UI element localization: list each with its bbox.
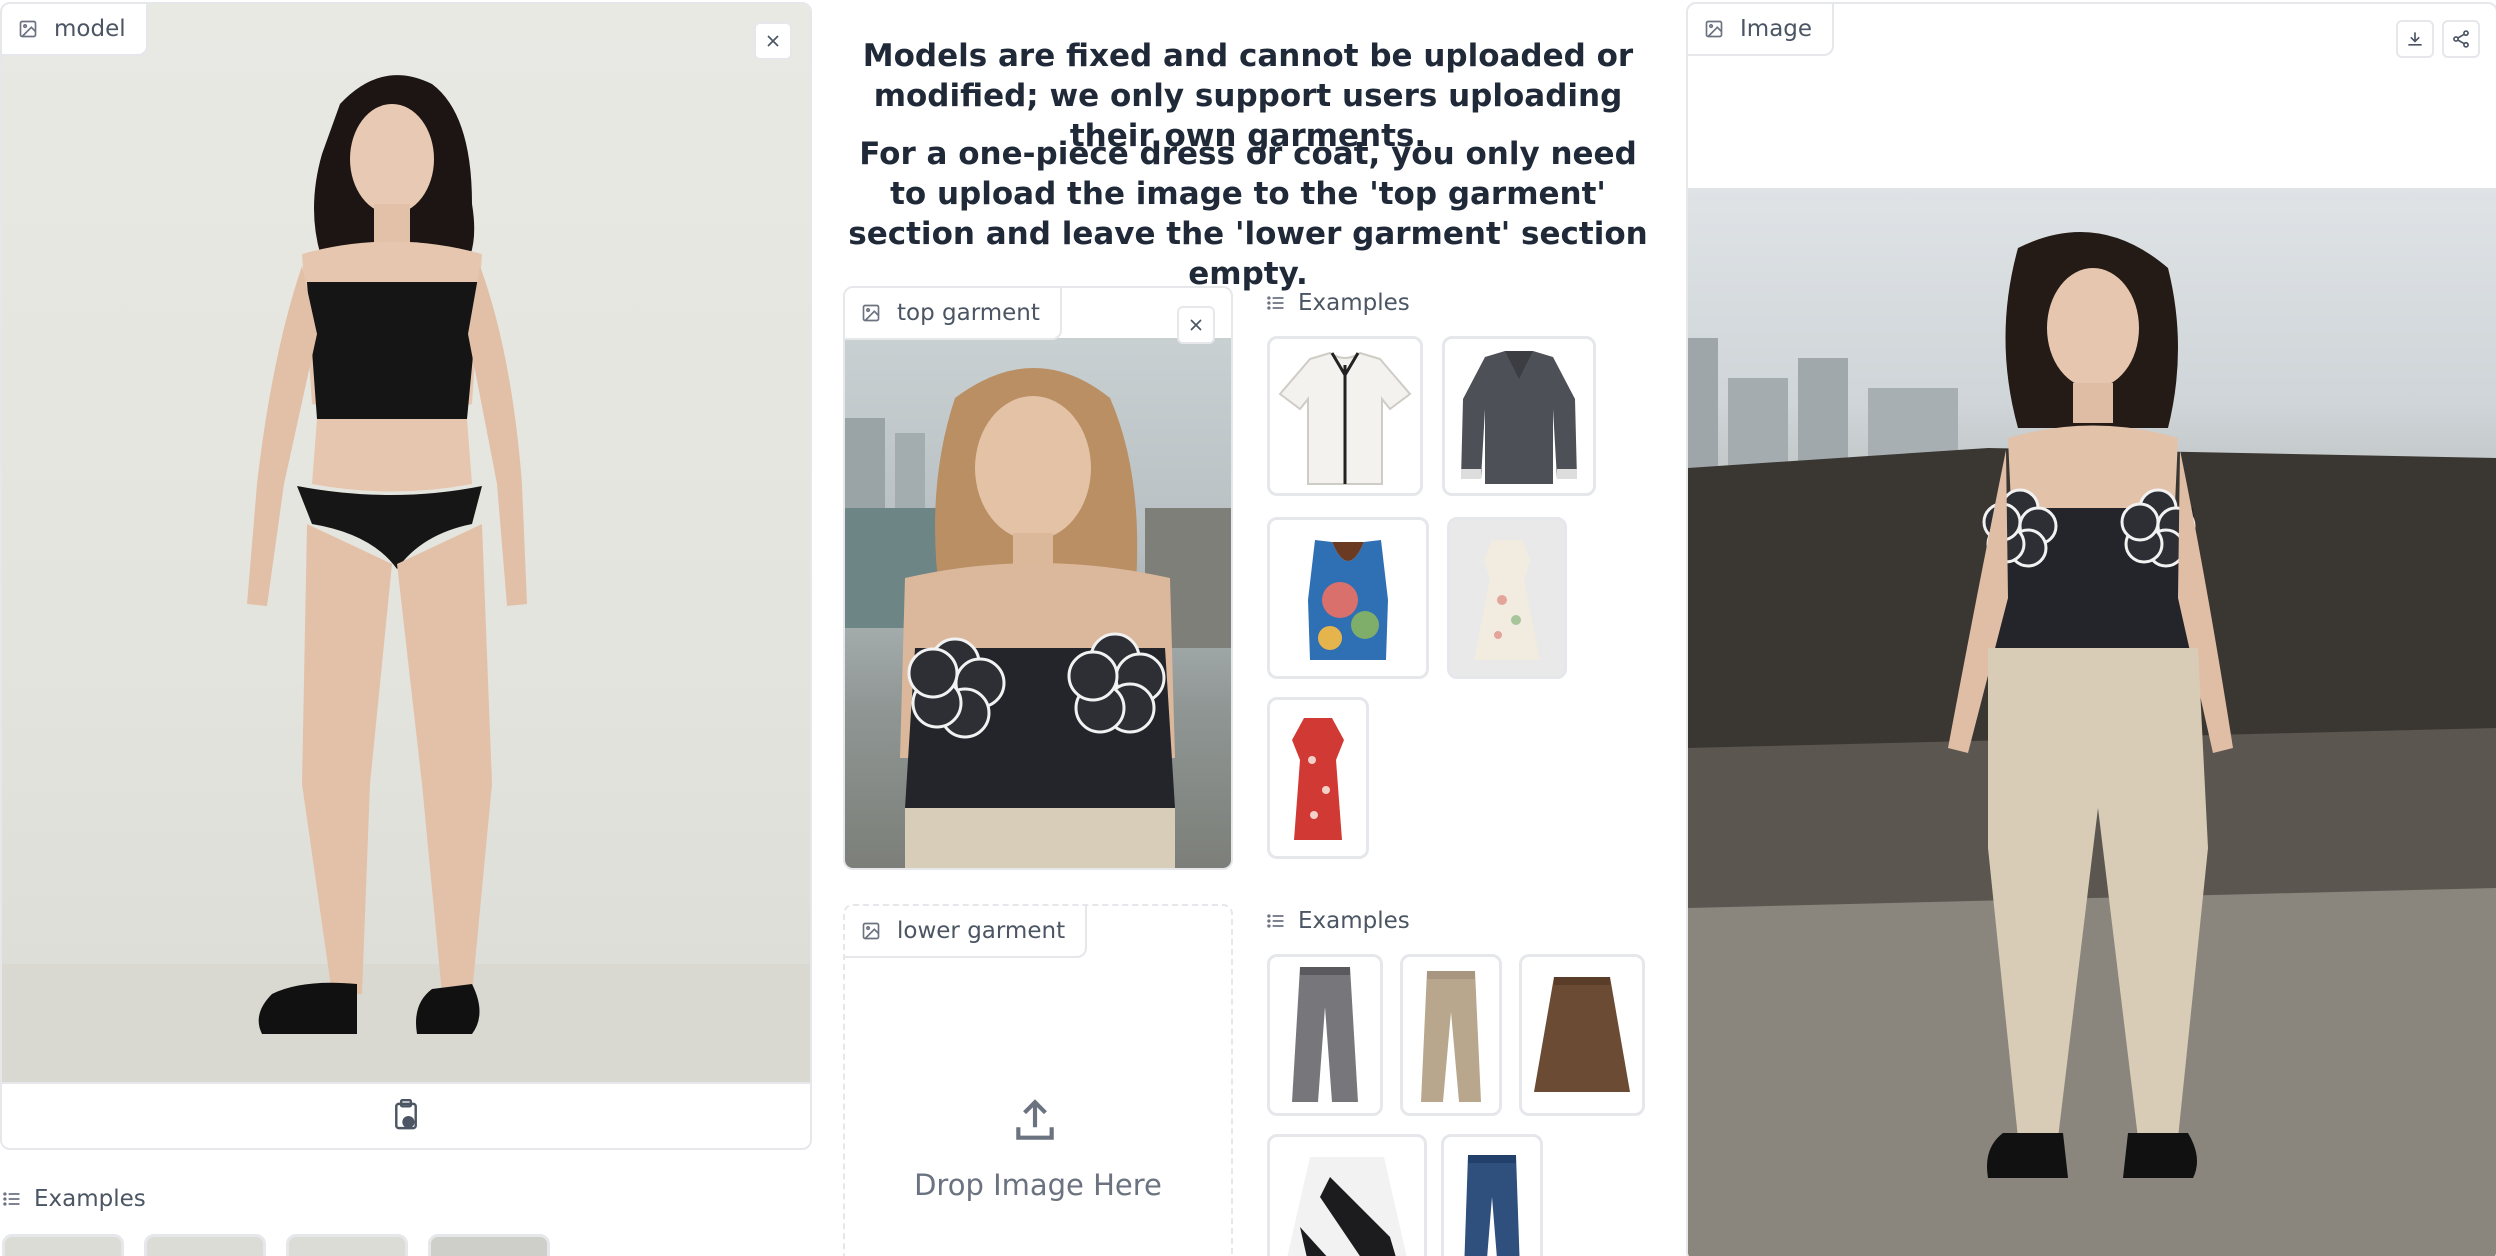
paste-from-clipboard-button[interactable]: [387, 1096, 425, 1136]
brown-skirt-thumb[interactable]: [1519, 954, 1645, 1116]
top-garment-label: top garment: [845, 288, 1062, 340]
striped-skirt-thumb[interactable]: [1267, 1134, 1427, 1256]
top-garment-panel[interactable]: top garment: [843, 286, 1233, 870]
drop-image-text: Drop Image Here: [914, 1168, 1162, 1202]
list-icon: [1267, 914, 1284, 928]
image-icon: [19, 20, 37, 38]
image-icon: [1705, 20, 1723, 38]
image-icon: [862, 922, 880, 940]
result-label-text: Image: [1740, 16, 1813, 42]
blue-jeans-thumb[interactable]: [1441, 1134, 1543, 1256]
list-icon: [1267, 296, 1284, 310]
model-example-thumb[interactable]: [428, 1234, 550, 1256]
share-button[interactable]: [2442, 20, 2480, 58]
red-dress-thumb[interactable]: [1267, 697, 1369, 859]
instructions-line-2: For a one-piece dress or coat, you only …: [848, 136, 1648, 292]
white-shirt-thumb[interactable]: [1267, 336, 1423, 496]
result-label: Image: [1688, 4, 1835, 56]
download-button[interactable]: [2396, 20, 2434, 58]
close-icon: [767, 35, 779, 47]
top-garment-label-text: top garment: [897, 300, 1040, 326]
clipboard-image-icon: [395, 1099, 417, 1130]
beige-pants-thumb[interactable]: [1400, 954, 1502, 1116]
model-examples-label: Examples: [34, 1186, 146, 1212]
result-image-panel: Image: [1686, 2, 2496, 1256]
lower-garment-label-text: lower garment: [897, 918, 1066, 944]
model-photo: [2, 4, 810, 1082]
model-label-text: model: [54, 16, 126, 42]
model-label: model: [2, 4, 148, 56]
share-icon: [2453, 30, 2469, 48]
top-garment-close-button[interactable]: [1177, 306, 1215, 344]
result-photo: [1688, 188, 2496, 1256]
list-icon: [3, 1192, 20, 1206]
model-close-button[interactable]: [754, 22, 792, 60]
model-example-thumb[interactable]: [144, 1234, 266, 1256]
upload-icon: [1010, 1096, 1060, 1146]
top-examples-header: Examples: [1266, 290, 1410, 316]
close-icon: [1190, 319, 1202, 331]
floral-dress-thumb[interactable]: [1447, 517, 1567, 679]
top-examples-label: Examples: [1298, 290, 1410, 316]
model-examples-header: Examples: [2, 1186, 146, 1212]
model-figure: [2, 75, 810, 1082]
model-example-thumb[interactable]: [286, 1234, 408, 1256]
result-figure: [1688, 232, 2496, 1256]
lower-garment-label: lower garment: [845, 906, 1088, 958]
model-image-panel[interactable]: model: [0, 2, 812, 1150]
top-garment-photo: [845, 338, 1231, 868]
floral-vest-thumb[interactable]: [1267, 517, 1429, 679]
gray-polo-sweater-thumb[interactable]: [1442, 336, 1596, 496]
model-example-thumb[interactable]: [2, 1234, 124, 1256]
gray-trousers-thumb[interactable]: [1267, 954, 1383, 1116]
top-garment-figure: [845, 368, 1231, 868]
model-toolbar: [2, 1082, 810, 1148]
image-icon: [862, 304, 880, 322]
lower-examples-label: Examples: [1298, 908, 1410, 934]
lower-garment-dropzone[interactable]: lower garment Drop Image Here: [843, 904, 1233, 1256]
download-icon: [2408, 32, 2422, 46]
lower-examples-header: Examples: [1266, 908, 1410, 934]
